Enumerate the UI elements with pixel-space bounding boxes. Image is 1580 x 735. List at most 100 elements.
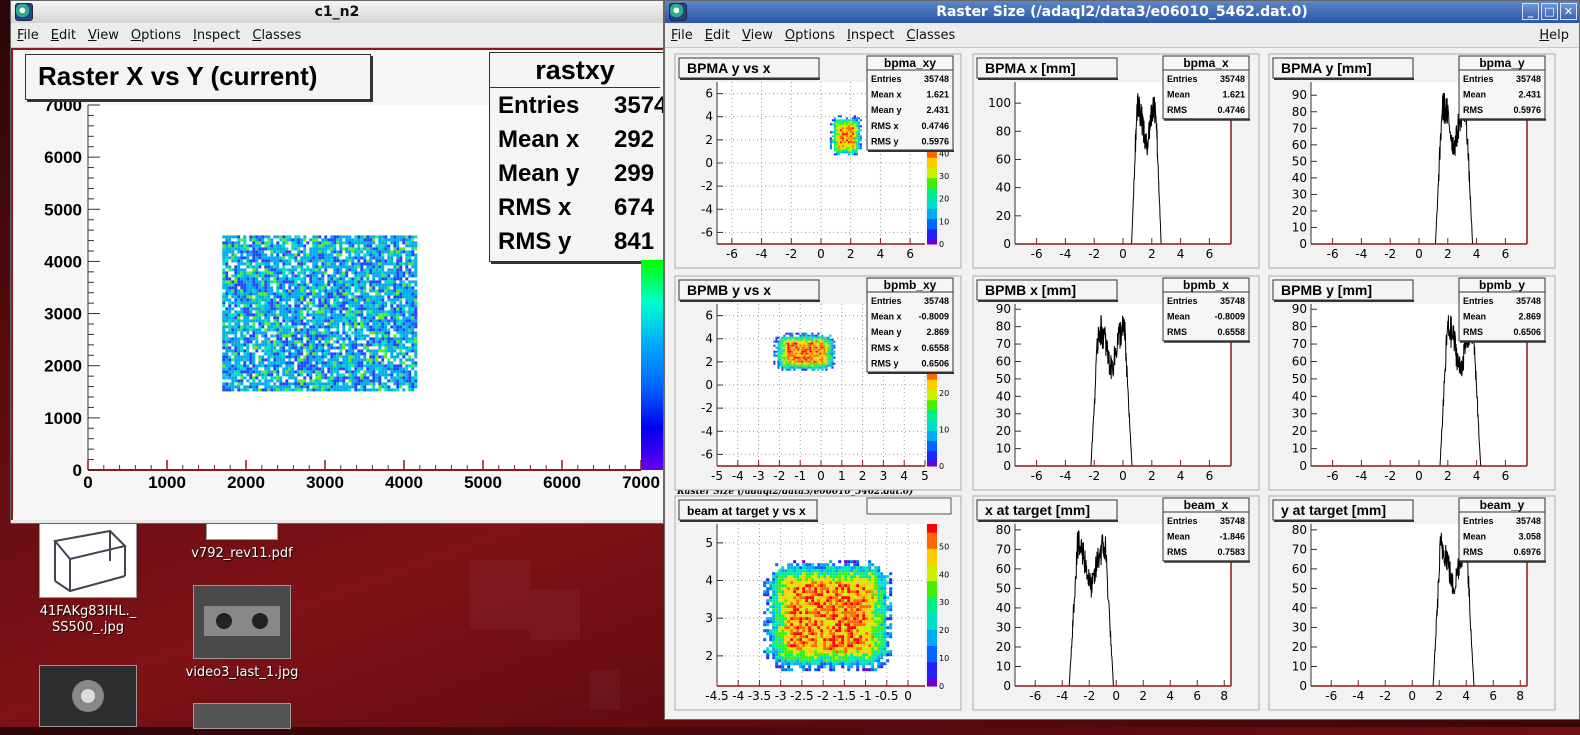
heatmap-cell bbox=[318, 256, 321, 259]
heatmap-cell bbox=[820, 623, 823, 626]
heatmap-cell bbox=[801, 357, 803, 359]
heatmap-cell bbox=[357, 367, 360, 370]
palette-bin bbox=[927, 435, 937, 441]
desktop-icon-image[interactable] bbox=[28, 665, 148, 733]
heatmap-cell bbox=[291, 376, 294, 379]
desktop-icon-video[interactable]: video3_last_1.jpg bbox=[182, 585, 302, 681]
heatmap-cell bbox=[797, 345, 799, 347]
heatmap-cell bbox=[297, 313, 300, 316]
heatmap-cell bbox=[799, 605, 802, 608]
heatmap-cell bbox=[249, 295, 252, 298]
heatmap-cell bbox=[811, 343, 813, 345]
heatmap-cell bbox=[811, 647, 814, 650]
window-titlebar[interactable]: Raster Size (/adaql2/data3/e06010_5462.d… bbox=[665, 1, 1579, 23]
heatmap-cell bbox=[363, 244, 366, 247]
menu-options[interactable]: Options bbox=[779, 28, 841, 43]
menu-view[interactable]: View bbox=[82, 28, 125, 43]
heatmap-cell bbox=[844, 129, 846, 131]
heatmap-cell bbox=[330, 352, 333, 355]
heatmap-cell bbox=[778, 659, 781, 662]
heatmap-cell bbox=[381, 334, 384, 337]
desktop-icon-label: 41FAKg83IHL._ SS500_.jpg bbox=[28, 604, 148, 636]
heatmap-cell bbox=[282, 265, 285, 268]
close-icon[interactable]: ✕ bbox=[1560, 3, 1577, 20]
heatmap-cell bbox=[336, 385, 339, 388]
heatmap-cell bbox=[315, 310, 318, 313]
menu-edit[interactable]: Edit bbox=[699, 28, 736, 43]
heatmap-cell bbox=[811, 355, 813, 357]
heatmap-cell bbox=[795, 341, 797, 343]
heatmap-cell bbox=[414, 274, 417, 277]
heatmap-cell bbox=[351, 259, 354, 262]
heatmap-cell bbox=[297, 247, 300, 250]
heatmap-cell bbox=[807, 337, 809, 339]
heatmap-cell bbox=[282, 367, 285, 370]
heatmap-cell bbox=[336, 241, 339, 244]
menu-edit[interactable]: Edit bbox=[45, 28, 82, 43]
heatmap-cell bbox=[844, 133, 846, 135]
x-tick-label: -5 bbox=[711, 469, 723, 483]
heatmap-cell bbox=[309, 349, 312, 352]
raster-size-canvas[interactable]: Raster Size (/adaql2/data3/e06010_5462.d… bbox=[665, 48, 1580, 720]
menu-file[interactable]: File bbox=[11, 28, 45, 43]
heatmap-cell bbox=[261, 241, 264, 244]
menu-view[interactable]: View bbox=[736, 28, 779, 43]
heatmap-cell bbox=[351, 346, 354, 349]
menu-options[interactable]: Options bbox=[125, 28, 187, 43]
heatmap-cell bbox=[306, 244, 309, 247]
heatmap-cell bbox=[393, 238, 396, 241]
menu-inspect[interactable]: Inspect bbox=[841, 28, 900, 43]
heatmap-cell bbox=[309, 238, 312, 241]
heatmap-cell bbox=[848, 123, 850, 125]
heatmap-cell bbox=[811, 584, 814, 587]
heatmap-cell bbox=[351, 283, 354, 286]
minimize-icon[interactable]: _ bbox=[1522, 3, 1539, 20]
heatmap-cell bbox=[255, 382, 258, 385]
heatmap-cell bbox=[270, 373, 273, 376]
heatmap-cell bbox=[309, 376, 312, 379]
heatmap-cell bbox=[852, 129, 854, 131]
heatmap-cell bbox=[318, 307, 321, 310]
heatmap-cell bbox=[781, 584, 784, 587]
desktop-icon-jpg[interactable]: 41FAKg83IHL._ SS500_.jpg bbox=[28, 520, 148, 636]
heatmap-cell bbox=[330, 322, 333, 325]
heatmap-cell bbox=[258, 343, 261, 346]
menu-classes[interactable]: Classes bbox=[246, 28, 307, 43]
heatmap-cell bbox=[408, 337, 411, 340]
heatmap-cell bbox=[414, 247, 417, 250]
desktop-icon-partial[interactable] bbox=[182, 703, 302, 735]
maximize-icon[interactable]: □ bbox=[1541, 3, 1558, 20]
heatmap-cell bbox=[336, 352, 339, 355]
heatmap-cell bbox=[809, 349, 811, 351]
heatmap-cell bbox=[781, 349, 783, 351]
heatmap-cell bbox=[854, 149, 856, 151]
heatmap-cell bbox=[297, 337, 300, 340]
heatmap-cell bbox=[294, 370, 297, 373]
menu-file[interactable]: File bbox=[665, 28, 699, 43]
heatmap-cell bbox=[369, 262, 372, 265]
heatmap-cell bbox=[237, 346, 240, 349]
heatmap-cell bbox=[384, 382, 387, 385]
heatmap-cell bbox=[787, 596, 790, 599]
heatmap-cell bbox=[315, 355, 318, 358]
heatmap-cell bbox=[252, 319, 255, 322]
heatmap-cell bbox=[258, 247, 261, 250]
heatmap-cell bbox=[240, 358, 243, 361]
heatmap-cell bbox=[826, 581, 829, 584]
heatmap-cell bbox=[282, 316, 285, 319]
heatmap-cell bbox=[803, 349, 805, 351]
window-titlebar[interactable]: c1_n2 bbox=[11, 1, 663, 23]
heatmap-cell bbox=[766, 632, 769, 635]
heatmap-cell bbox=[354, 250, 357, 253]
menu-inspect[interactable]: Inspect bbox=[187, 28, 246, 43]
desktop-icon-pdf[interactable]: v792_rev11.pdf bbox=[182, 520, 302, 562]
heatmap-cell bbox=[285, 319, 288, 322]
menu-help[interactable]: Help bbox=[1533, 28, 1575, 43]
heatmap-cell bbox=[339, 289, 342, 292]
heatmap-cell bbox=[848, 139, 850, 141]
canvas-area[interactable]: 0100020003000400050006000700001000200030… bbox=[11, 48, 663, 520]
heatmap-cell bbox=[823, 656, 826, 659]
menu-classes[interactable]: Classes bbox=[900, 28, 961, 43]
heatmap-cell bbox=[348, 238, 351, 241]
heatmap-cell bbox=[276, 283, 279, 286]
